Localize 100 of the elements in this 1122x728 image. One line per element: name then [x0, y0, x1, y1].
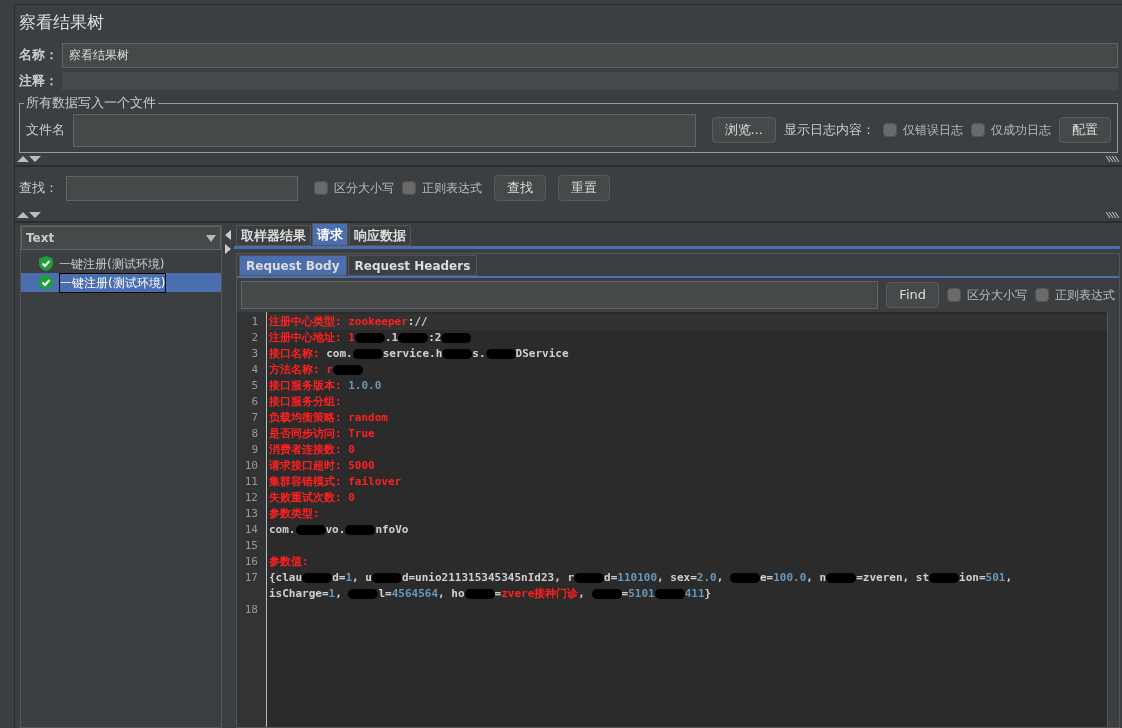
checkbox[interactable] — [883, 123, 897, 137]
line-number: 8 — [250, 426, 259, 442]
code-text: ion= — [959, 571, 986, 584]
checkbox[interactable] — [947, 288, 961, 302]
tree-item[interactable]: 一键注册(测试环境) — [21, 254, 221, 273]
redaction-mark — [485, 349, 516, 359]
action-button[interactable]: 浏览... — [711, 117, 776, 143]
filename-field[interactable] — [73, 113, 696, 147]
action-button[interactable]: 重置 — [558, 175, 610, 201]
redaction-mark — [302, 573, 333, 583]
code-text: d=unio211315345345nId23, r — [401, 571, 575, 584]
action-button[interactable]: 配置 — [1059, 117, 1111, 143]
redaction-mark — [442, 349, 473, 359]
code-text: vo. — [325, 523, 346, 536]
redaction-mark — [345, 525, 376, 535]
action-button[interactable]: 查找 — [494, 175, 546, 201]
line-number: 15 — [243, 538, 259, 554]
code-text: 参数值: — [269, 555, 309, 568]
code-text: 失败重试次数: 0 — [269, 491, 355, 504]
field-label: 文件名 — [26, 121, 65, 140]
code-text: s. — [472, 347, 486, 360]
tab[interactable]: 请求 — [312, 223, 348, 246]
line-number: 2 — [250, 330, 259, 346]
line-number: 14 — [243, 522, 259, 538]
code-text: 消费者连接数: 0 — [269, 443, 355, 456]
line-number: 11 — [243, 474, 259, 490]
code-text: 接口名称: — [269, 347, 321, 360]
redaction-mark — [398, 333, 429, 343]
tree-item[interactable]: 一键注册(测试环境) — [21, 273, 221, 292]
code-text: :2 — [428, 331, 442, 344]
code-text: , sex= — [657, 571, 697, 584]
code-text: = — [621, 587, 629, 600]
code-text: 请求接口超时: 5000 — [269, 459, 375, 472]
code-text: } — [704, 587, 712, 600]
code-text: :// — [407, 315, 428, 328]
code-text: isCharge= — [269, 587, 329, 600]
checkbox[interactable] — [1035, 288, 1049, 302]
code-text: d= — [604, 571, 618, 584]
line-number: 10 — [243, 458, 259, 474]
checkbox-label: 正则表达式 — [1055, 287, 1115, 304]
line-number: 9 — [250, 442, 259, 458]
find-field[interactable] — [241, 281, 879, 309]
checkbox[interactable] — [971, 123, 985, 137]
code-text: 100.0 — [773, 571, 807, 584]
name-field[interactable]: 察看结果树 — [62, 42, 1118, 68]
code-text: 2.0 — [696, 571, 717, 584]
line-number: 3 — [250, 346, 259, 362]
tab[interactable]: Request Headers — [347, 255, 478, 276]
scrollbar[interactable] — [1107, 312, 1119, 727]
code-text: 1 — [328, 587, 336, 600]
collapse-arrows-icon[interactable] — [17, 155, 41, 163]
checkbox-label: 正则表达式 — [422, 180, 482, 197]
code-text: 411 — [684, 587, 705, 600]
line-number: 18 — [243, 602, 259, 618]
code-text: 1 — [345, 571, 352, 584]
grip-icon[interactable] — [1106, 212, 1120, 218]
tab[interactable]: Request Body — [239, 255, 347, 276]
window-title: 察看结果树 — [18, 11, 105, 35]
code-text: {clau — [269, 571, 303, 584]
line-number: 5 — [250, 378, 259, 394]
renderer-dropdown[interactable]: Text — [21, 226, 221, 250]
code-text: 集群容错模式: failover — [269, 475, 402, 488]
code-text: 接口服务分组: — [269, 395, 342, 408]
tab[interactable]: 响应数据 — [349, 225, 411, 246]
line-number: 4 — [250, 362, 259, 378]
code-text: =zveren, st — [856, 571, 930, 584]
line-number: 6 — [250, 394, 259, 410]
code-text: .1 — [384, 331, 399, 344]
checkbox[interactable] — [314, 181, 328, 195]
code-text: 4564564 — [391, 587, 439, 600]
code-text: com. — [269, 523, 296, 536]
line-number: 12 — [243, 490, 259, 506]
code-text: nfoVo — [375, 523, 409, 536]
grip-icon[interactable] — [1106, 156, 1120, 162]
line-number: 1 — [250, 314, 259, 330]
code-text: , — [578, 587, 586, 600]
split-arrows-icon[interactable] — [224, 229, 232, 255]
checkbox-label: 区分大小写 — [334, 180, 394, 197]
tab[interactable]: 取样器结果 — [236, 225, 311, 246]
code-text: 注册中心地址: 1 — [269, 331, 355, 344]
redaction-mark — [826, 573, 857, 583]
redaction-mark — [574, 573, 605, 583]
redaction-mark — [591, 589, 622, 599]
code-text: 负载均衡策略: random — [269, 411, 388, 424]
search-field[interactable] — [66, 175, 298, 201]
code-text: 是否同步访问: True — [269, 427, 375, 440]
code-text: DService — [515, 347, 569, 360]
log-label: 显示日志内容： — [784, 121, 875, 140]
redaction-mark — [441, 333, 472, 343]
redaction-mark — [354, 333, 385, 343]
collapse-arrows-icon[interactable] — [17, 211, 41, 219]
code-text: 方法名称: r — [269, 363, 333, 376]
action-button[interactable]: Find — [886, 282, 939, 308]
redaction-mark — [729, 573, 760, 583]
field-label: 查找： — [19, 179, 58, 198]
checkbox[interactable] — [402, 181, 416, 195]
code-text: 参数类型: — [269, 507, 320, 520]
code-text: 注册中心类型: zookeeper — [269, 315, 408, 328]
redaction-mark — [332, 365, 363, 375]
redaction-mark — [348, 589, 379, 599]
